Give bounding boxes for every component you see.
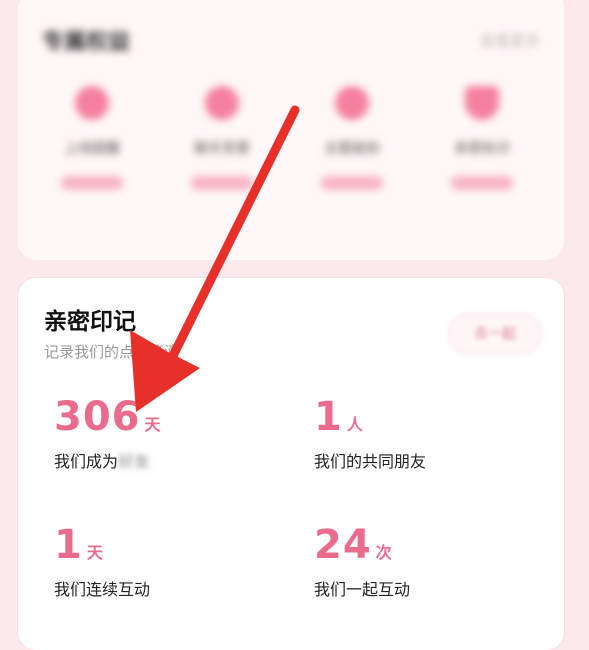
- feature-icon: [335, 86, 369, 120]
- intimacy-action-button[interactable]: 去一起: [448, 314, 542, 354]
- stat-label: 我们连续互动: [54, 580, 151, 599]
- privilege-card-content: 专属权益 查看更多 上线提醒 聊天背景 主题装扮 亲密标识: [18, 0, 564, 260]
- stat-label: 我们成为好友: [54, 448, 161, 472]
- stat-unit: 人: [346, 415, 363, 434]
- privilege-card: 专属权益 查看更多 上线提醒 聊天背景 主题装扮 亲密标识: [18, 0, 564, 260]
- stat-unit: 次: [375, 543, 392, 562]
- stat-value: 1: [54, 522, 83, 568]
- stat-label-text: 我们成为: [54, 452, 119, 471]
- stat-unit: 天: [86, 543, 103, 562]
- stat-value: 24: [314, 522, 372, 568]
- feature-icon: [465, 86, 499, 120]
- stat-label-blurred: 好友: [118, 452, 151, 471]
- feature-label: 主题装扮: [324, 141, 380, 157]
- feature-icon: [205, 86, 239, 120]
- feature-item-online-reminder[interactable]: 上线提醒: [42, 86, 142, 190]
- stat-mutual-friends[interactable]: 1人 我们的共同朋友: [314, 394, 426, 472]
- stat-interaction-count: 24 次 我们一起互动: [314, 522, 410, 600]
- feature-label: 上线提醒: [64, 141, 120, 157]
- intimacy-subtitle: 记录我们的点点滴滴: [44, 343, 180, 361]
- stat-value: 1: [314, 394, 343, 440]
- feature-pill: [451, 176, 513, 190]
- feature-item-intimacy-mark[interactable]: 亲密标识: [432, 86, 532, 190]
- privilege-more-link[interactable]: 查看更多: [480, 30, 540, 51]
- feature-item-theme[interactable]: 主题装扮: [302, 86, 402, 190]
- feature-label: 亲密标识: [454, 141, 510, 157]
- feature-label: 聊天背景: [194, 141, 250, 157]
- intimacy-card: 亲密印记 记录我们的点点滴滴 去一起 306 天 我们成为好友 1人 我们的共同朋…: [18, 278, 564, 650]
- stat-consecutive-days: 1天 我们连续互动: [54, 522, 150, 600]
- intimacy-action-label: 去一起: [474, 326, 516, 342]
- feature-pill: [191, 176, 253, 190]
- stat-unit: 天: [144, 415, 161, 434]
- privilege-title: 专属权益: [42, 30, 131, 55]
- intimacy-title: 亲密印记: [44, 309, 136, 335]
- feature-icon: [75, 86, 109, 120]
- stat-value: 306: [54, 394, 141, 440]
- stat-label: 我们一起互动: [314, 580, 411, 599]
- feature-pill: [321, 176, 383, 190]
- feature-pill: [61, 176, 123, 190]
- stat-days-friends: 306 天 我们成为好友: [54, 394, 161, 472]
- feature-item-chat-background[interactable]: 聊天背景: [172, 86, 272, 190]
- stat-label: 我们的共同朋友: [314, 452, 427, 471]
